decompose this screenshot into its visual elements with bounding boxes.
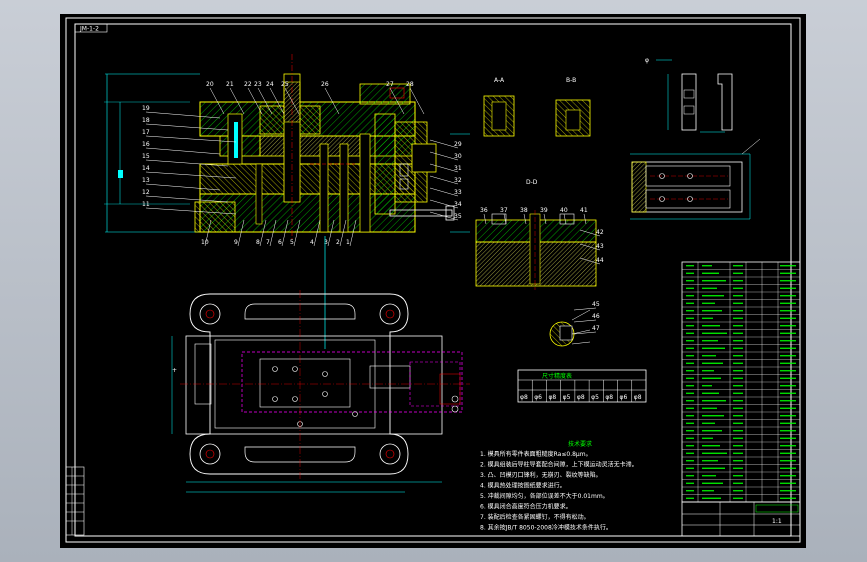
part-number-balloon: 17 (142, 129, 150, 136)
section-aa: A-A (483, 77, 515, 137)
cad-viewport[interactable]: JM-1-2 20 21 22 23 24 25 26 27 28 19 18 … (60, 14, 806, 548)
part-number-balloon: 9 (234, 239, 238, 246)
part-number-balloon: 25 (281, 81, 289, 88)
part-number-balloon: 39 (540, 207, 548, 214)
corner-tag: JM-1-2 (79, 26, 99, 33)
part-number-balloon: 31 (454, 165, 462, 172)
part-number-balloon: 34 (454, 201, 462, 208)
part-number-balloon: 4 (310, 239, 314, 246)
tolerance-value: φ5 (591, 394, 599, 401)
sheet-border (65, 17, 801, 543)
tolerance-value: φ5 (563, 394, 571, 401)
part-number-balloon: 47 (592, 325, 600, 332)
part-number-balloon: 14 (142, 165, 150, 172)
part-number-balloon: 24 (266, 81, 274, 88)
tech-requirements: 技术要求 1. 模具所有零件表面粗糙度Ra≤0.8μm。 2. 模具组装后导柱导套… (480, 440, 638, 532)
part-number-balloon: 46 (592, 313, 600, 320)
svg-text:φ: φ (645, 57, 649, 64)
part-number-balloon: 11 (142, 201, 150, 208)
part-number-balloon: 32 (454, 177, 462, 184)
tolerance-value: φ6 (534, 394, 542, 401)
tolerance-value: φ8 (520, 394, 528, 401)
part-number-balloon: 23 (254, 81, 262, 88)
section-bb: B-B (555, 77, 591, 137)
part-number-balloon: 21 (226, 81, 234, 88)
part-number-balloon: 28 (406, 81, 414, 88)
tolerance-value: φ6 (620, 394, 628, 401)
assembly-drawing: JM-1-2 20 21 22 23 24 25 26 27 28 191817… (65, 17, 801, 543)
part-number-balloon: 42 (596, 229, 604, 236)
drawing-scale: 1:1 (772, 518, 782, 525)
corner-tag-box: JM-1-2 (74, 23, 108, 33)
detail-part-view: φ (645, 57, 733, 133)
tech-requirement-line: 5. 冲裁间隙均匀，各部位误差不大于0.01mm。 (480, 492, 609, 500)
plan-view: + (171, 290, 470, 493)
tolerance-table-title: 尺寸精度表 (542, 372, 572, 380)
title-block: 1:1 (681, 501, 801, 537)
part-number-balloon: 40 (560, 207, 568, 214)
part-number-balloon: 22 (244, 81, 252, 88)
part-number-balloon: 29 (454, 141, 462, 148)
part-number-balloon: 37 (500, 207, 508, 214)
section-label: D-D (526, 179, 538, 186)
part-number-balloon: 6 (278, 239, 282, 246)
part-number-balloon: 16 (142, 141, 150, 148)
part-number-balloon: 3 (324, 239, 328, 246)
tolerance-value: φ8 (634, 394, 642, 401)
detail-e (549, 309, 591, 347)
bom-table (681, 261, 801, 503)
part-number-balloon: 36 (480, 207, 488, 214)
part-number-balloon: 13 (142, 177, 150, 184)
tolerance-value: φ8 (548, 394, 556, 401)
part-number-balloon: 12 (142, 189, 150, 196)
part-number-balloon: 45 (592, 301, 600, 308)
part-number-balloon: 26 (321, 81, 329, 88)
section-label: A-A (494, 77, 505, 84)
main-section-view: 20 21 22 23 24 25 26 27 28 191817161514131211 10… (104, 54, 470, 247)
tech-requirement-line: 2. 模具组装后导柱导套配合间隙，上下模运动灵活无卡滞。 (480, 461, 638, 469)
tolerance-value: φ8 (577, 394, 585, 401)
part-number-balloon: 43 (596, 243, 604, 250)
part-number-balloon: 27 (386, 81, 394, 88)
tech-requirement-line: 8. 其余按JB/T 8050-2008冷冲模技术条件执行。 (480, 524, 612, 532)
part-number-balloon: 38 (520, 207, 528, 214)
part-number-balloon: 41 (580, 207, 588, 214)
part-number-balloon: 7 (266, 239, 270, 246)
side-view (630, 138, 761, 220)
section-dd: D-D (475, 179, 597, 290)
part-number-balloon: 30 (454, 153, 462, 160)
tech-requirement-line: 6. 模具闭合高度符合压力机要求。 (480, 503, 572, 511)
tolerance-table: 尺寸精度表 φ8 φ6 φ8 φ5 φ8 φ5 φ8 φ6 φ8 (517, 369, 647, 403)
part-number-balloon: 20 (206, 81, 214, 88)
part-number-balloon: 15 (142, 153, 150, 160)
part-number-balloon: 10 (201, 239, 209, 246)
part-number-balloon: 18 (142, 117, 150, 124)
part-number-balloon: 2 (336, 239, 340, 246)
section-label: B-B (566, 77, 576, 84)
tech-requirement-line: 4. 模具热处理按图纸要求进行。 (480, 482, 566, 490)
tolerance-value: φ8 (605, 394, 613, 401)
svg-text:+: + (172, 367, 177, 374)
tech-requirement-line: 1. 模具所有零件表面粗糙度Ra≤0.8μm。 (480, 450, 592, 458)
part-number-balloon: 19 (142, 105, 150, 112)
drawing-frame (74, 23, 792, 537)
tech-requirement-line: 7. 装配后检查各紧固螺钉，不得有松动。 (480, 513, 590, 521)
part-number-balloon: 5 (290, 239, 294, 246)
part-number-balloon: 33 (454, 189, 462, 196)
part-number-balloon: 44 (596, 257, 604, 264)
part-number-balloon: 1 (346, 239, 350, 246)
part-number-balloon: 35 (454, 213, 462, 220)
tech-requirement-line: 3. 凸、凹模刃口锋利，无崩刃、裂纹等缺陷。 (480, 471, 602, 479)
tech-requirements-title: 技术要求 (568, 440, 592, 448)
part-number-balloon: 8 (256, 239, 260, 246)
